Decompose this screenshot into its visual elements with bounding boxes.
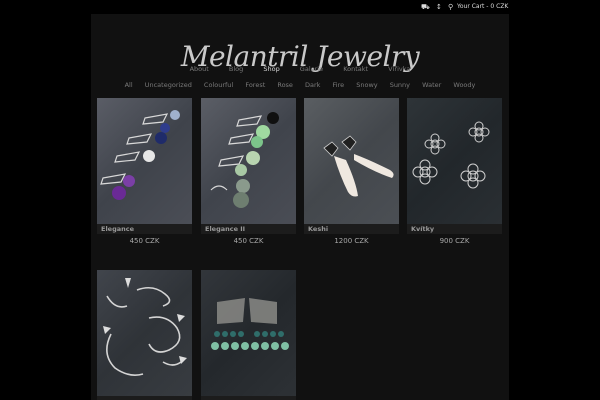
top-bar: ⛟ ↕ ⚲ Your Cart - 0 CZK <box>0 0 600 14</box>
category-rose[interactable]: Rose <box>277 81 293 89</box>
nav-item-shop[interactable]: Shop <box>263 65 279 73</box>
product-name[interactable] <box>97 396 192 400</box>
product-image[interactable] <box>201 98 296 224</box>
product-image[interactable] <box>97 98 192 224</box>
category-uncategorized[interactable]: Uncategorized <box>145 81 192 89</box>
info-icon[interactable]: ↕ <box>436 3 442 11</box>
category-fire[interactable]: Fire <box>333 81 345 89</box>
product-image[interactable] <box>97 270 192 396</box>
nav-item-kontakt[interactable]: Kontakt <box>343 65 368 73</box>
nav-item-galerie[interactable]: Galerie <box>300 65 323 73</box>
product-price: 450 CZK <box>233 237 264 245</box>
product-card[interactable]: Elegance 450 CZK <box>97 98 192 245</box>
product-price: 1200 CZK <box>334 237 369 245</box>
product-image[interactable] <box>304 98 399 224</box>
product-name[interactable]: Elegance <box>97 224 192 234</box>
truck-icon[interactable]: ⛟ <box>421 3 430 11</box>
category-snowy[interactable]: Snowy <box>356 81 377 89</box>
product-name[interactable]: Kvítky <box>407 224 502 234</box>
product-card[interactable] <box>201 270 296 400</box>
product-image[interactable] <box>201 270 296 396</box>
category-sunny[interactable]: Sunny <box>390 81 410 89</box>
product-card[interactable]: Kvítky 900 CZK <box>407 98 502 245</box>
cart-link[interactable]: Your Cart - 0 CZK <box>457 3 508 11</box>
main-nav: About Blog Shop Galerie Kontakt Vířivka <box>91 65 509 73</box>
product-card[interactable]: Keshi 1200 CZK <box>304 98 399 245</box>
category-dark[interactable]: Dark <box>305 81 320 89</box>
category-forest[interactable]: Forest <box>245 81 265 89</box>
product-name[interactable] <box>201 396 296 400</box>
nav-item-about[interactable]: About <box>190 65 209 73</box>
product-name[interactable]: Keshi <box>304 224 399 234</box>
main-panel: Melantril Jewelry About Blog Shop Galeri… <box>91 14 509 400</box>
product-card[interactable] <box>97 270 192 400</box>
category-filter: All Uncategorized Colourful Forest Rose … <box>91 81 509 89</box>
nav-item-blog[interactable]: Blog <box>229 65 243 73</box>
nav-item-virivka[interactable]: Vířivka <box>388 65 410 73</box>
category-water[interactable]: Water <box>422 81 441 89</box>
cart-icon[interactable]: ⚲ <box>448 3 453 11</box>
product-price: 900 CZK <box>439 237 470 245</box>
product-name[interactable]: Elegance II <box>201 224 296 234</box>
category-colourful[interactable]: Colourful <box>204 81 233 89</box>
category-all[interactable]: All <box>125 81 133 89</box>
product-image[interactable] <box>407 98 502 224</box>
category-woody[interactable]: Woody <box>453 81 475 89</box>
product-card[interactable]: Elegance II 450 CZK <box>201 98 296 245</box>
product-price: 450 CZK <box>129 237 160 245</box>
